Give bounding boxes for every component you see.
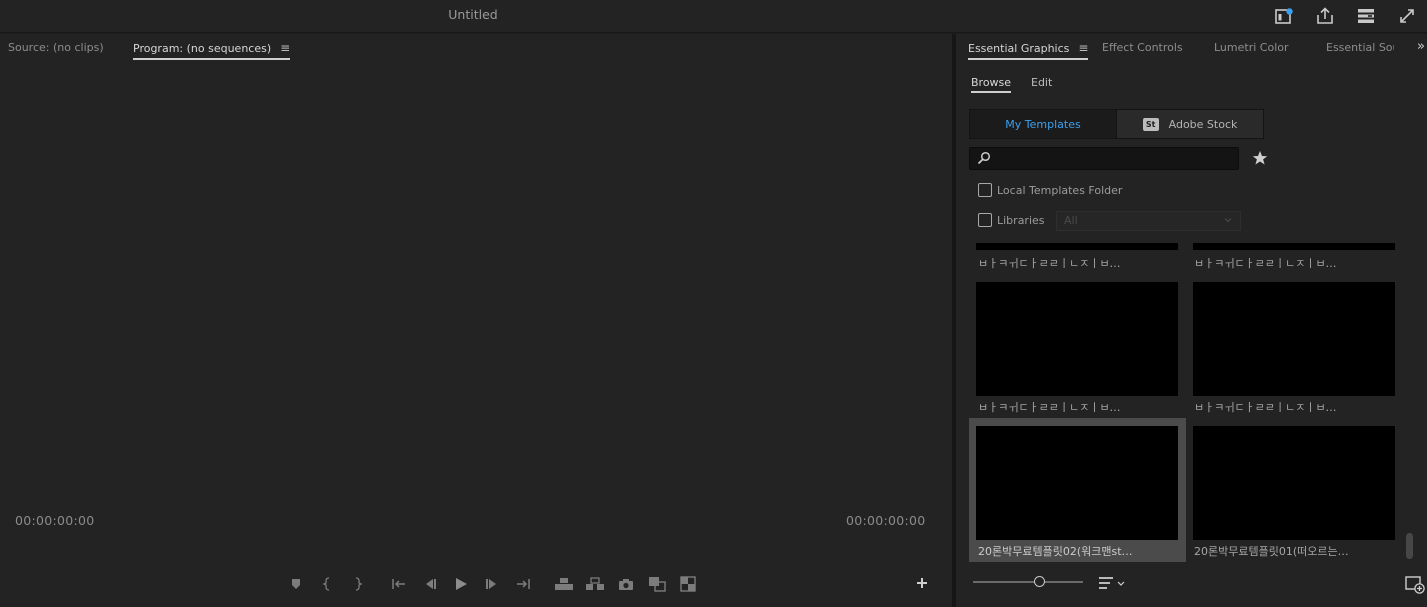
template-label[interactable]: ㅂㅏㅋㅟㄷㅏㄹㄹㅣㄴㅈㅣㅂ… [978,255,1180,271]
adobe-stock-icon: St [1142,117,1159,131]
mark-in-icon[interactable] [311,573,342,595]
panel-menu-icon[interactable]: ≡ [280,41,290,55]
my-templates-button[interactable]: My Templates [970,110,1117,138]
template-search-input[interactable] [969,147,1239,170]
essential-graphics-panel: Essential Graphics ≡ Effect Controls Lume… [956,34,1427,607]
tab-edit[interactable]: Edit [1031,76,1052,89]
project-title: Untitled [448,7,498,22]
template-label[interactable]: ㅂㅏㅋㅟㄷㅏㄹㄹㅣㄴㅈㅣㅂ… [1194,399,1396,415]
comparison-view-icon[interactable] [641,573,672,595]
template-thumbnail[interactable] [976,282,1178,396]
adobe-stock-button[interactable]: St Adobe Stock [1117,110,1263,138]
lift-icon[interactable] [548,573,579,595]
template-source-toggle: My Templates St Adobe Stock [969,109,1264,139]
transport-controls [280,572,703,596]
tab-essential-graphics-label: Essential Graphics [968,42,1070,55]
adobe-stock-label: Adobe Stock [1168,117,1238,131]
workspace-menu-icon[interactable] [1354,5,1378,27]
thumbnail-size-slider[interactable] [973,581,1083,583]
libraries-checkbox[interactable]: Libraries [978,213,1045,227]
export-frame-icon[interactable] [610,573,641,595]
tab-essential-sound[interactable]: Essential Soun [1326,41,1394,54]
template-thumbnail[interactable] [976,426,1178,540]
template-label[interactable]: ㅂㅏㅋㅟㄷㅏㄹㄹㅣㄴㅈㅣㅂ… [1194,255,1396,271]
panel-tabs: Essential Graphics ≡ Effect Controls Lume… [956,34,1427,64]
checkbox-box[interactable] [978,183,992,197]
libraries-dropdown-value: All [1064,214,1078,227]
template-label[interactable]: ㅂㅏㅋㅟㄷㅏㄹㄹㅣㄴㅈㅣㅂ… [978,399,1180,415]
play-icon[interactable] [445,573,476,595]
go-to-in-icon[interactable] [383,573,414,595]
slider-handle[interactable] [1034,576,1045,587]
tab-browse[interactable]: Browse [971,76,1012,93]
tab-lumetri-color[interactable]: Lumetri Color [1214,41,1289,54]
template-label[interactable]: 20론박무료템플릿01(떠오르는… [1194,543,1396,559]
search-icon [977,151,991,165]
tab-effect-controls[interactable]: Effect Controls [1102,41,1183,54]
libraries-dropdown[interactable]: All [1056,211,1241,231]
extract-icon[interactable] [579,573,610,595]
quick-export-panel-icon[interactable] [1272,5,1296,27]
tab-program[interactable]: Program: (no sequences) ≡ [133,41,291,60]
template-thumbnail[interactable] [1193,282,1395,396]
template-thumbnail[interactable] [976,243,1178,250]
monitor-tabs: Source: (no clips) Program: (no sequence… [0,34,952,64]
title-bar: Untitled [0,0,1427,33]
sort-order-icon[interactable] [1098,576,1128,590]
template-thumbnail[interactable] [1193,243,1395,250]
duration-timecode: 00:00:00:00 [846,513,926,528]
libraries-label: Libraries [997,213,1045,227]
button-editor-add-icon[interactable] [912,573,932,593]
multi-camera-icon[interactable] [672,573,703,595]
local-templates-label: Local Templates Folder [997,183,1123,197]
favorite-star-icon[interactable] [1252,150,1268,166]
go-to-out-icon[interactable] [507,573,538,595]
panel-menu-icon[interactable]: ≡ [1078,41,1088,55]
panel-bottom-bar [956,571,1427,607]
tab-program-label: Program: (no sequences) [133,42,272,55]
mark-out-icon[interactable] [342,573,373,595]
checkbox-box[interactable] [978,213,992,227]
local-templates-checkbox[interactable]: Local Templates Folder [978,183,1122,197]
playhead-timecode[interactable]: 00:00:00:00 [15,513,95,528]
template-label[interactable]: 20론박무료템플릿02(워크맨st… [978,543,1180,559]
tab-source[interactable]: Source: (no clips) [8,41,104,54]
scrollbar-thumb[interactable] [1406,533,1413,559]
fullscreen-icon[interactable] [1395,5,1419,27]
new-item-icon[interactable] [1405,576,1425,594]
template-grid: ㅂㅏㅋㅟㄷㅏㄹㄹㅣㄴㅈㅣㅂ… ㅂㅏㅋㅟㄷㅏㄹㄹㅣㄴㅈㅣㅂ… ㅂㅏㅋㅟㄷㅏㄹㄹㅣㄴ… [956,241,1418,571]
program-monitor: Source: (no clips) Program: (no sequence… [0,34,952,607]
export-icon[interactable] [1313,5,1337,27]
tab-essential-graphics[interactable]: Essential Graphics ≡ [968,41,1089,60]
step-back-icon[interactable] [414,573,445,595]
more-tabs-icon[interactable]: » [1417,39,1425,54]
grid-scrollbar[interactable] [1405,241,1416,571]
add-marker-icon[interactable] [280,573,311,595]
template-thumbnail[interactable] [1193,426,1395,540]
step-forward-icon[interactable] [476,573,507,595]
chevron-down-icon [1224,218,1232,223]
